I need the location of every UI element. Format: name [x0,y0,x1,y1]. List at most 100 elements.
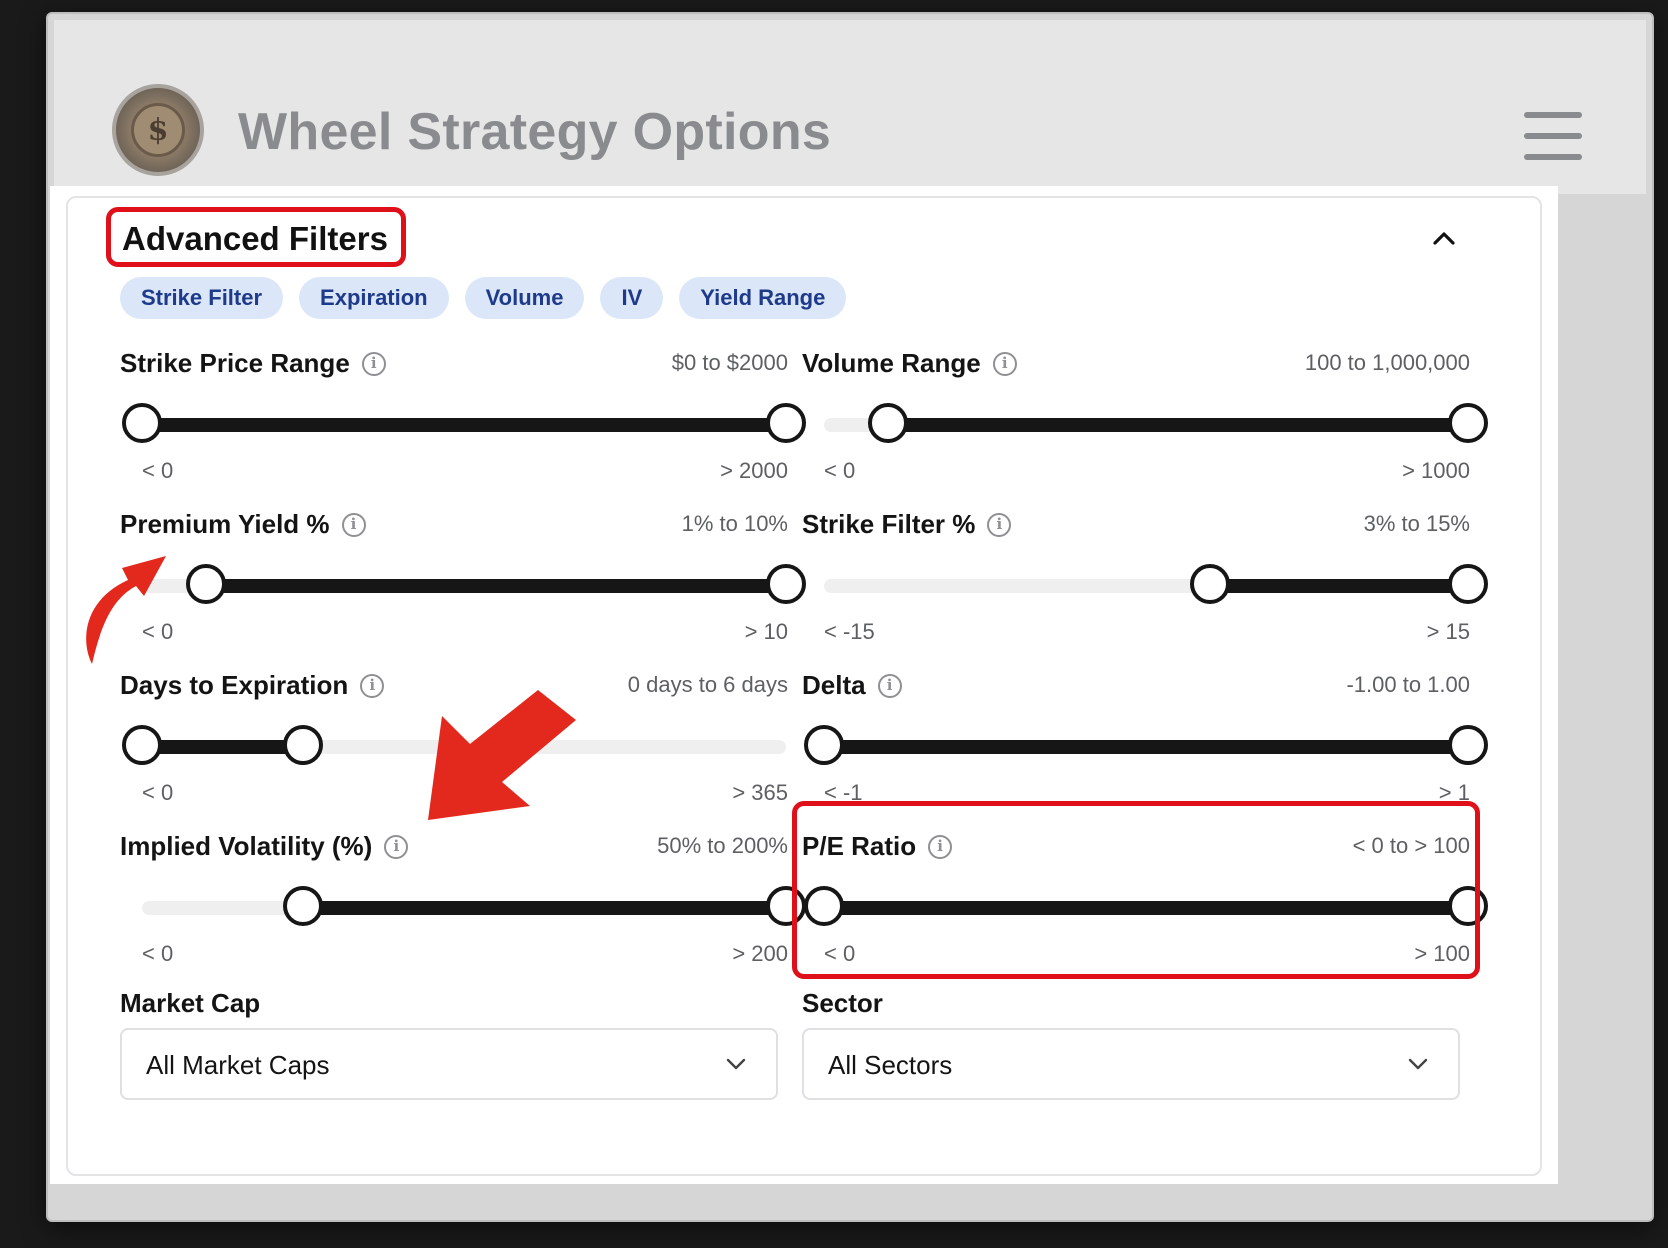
slider-min-thumb[interactable] [804,886,844,926]
chevron-up-icon[interactable] [1426,220,1462,256]
chip-iv[interactable]: IV [600,277,664,319]
slider-range [142,418,786,432]
slider-range [824,901,1468,915]
brand-logo[interactable]: $ [112,84,204,176]
slider-track[interactable] [142,886,806,926]
filter-label: P/E Ratio [802,831,917,861]
logo-symbol: $ [131,103,185,157]
filter-implied-volatility: Implied Volatility (%) i 50% to 200% < 0 … [120,823,806,973]
info-icon[interactable]: i [928,834,953,859]
slider-min-label: < -15 [824,619,875,644]
slider-max-label: > 1000 [1402,458,1470,483]
slider-max-label: > 1 [1438,780,1470,805]
filter-range-value: 0 days to 6 days [627,672,788,697]
slider-min-thumb[interactable] [868,403,909,443]
chip-strike-filter[interactable]: Strike Filter [120,277,284,319]
slider-min-thumb[interactable] [122,725,162,765]
slider-max-thumb[interactable] [1448,564,1488,604]
filter-label: Volume Range [802,348,981,378]
filter-range-value: 50% to 200% [657,833,788,858]
slider-range [888,418,1468,432]
filter-volume: Volume Range i 100 to 1,000,000 < 0 > 100… [802,340,1488,490]
slider-track[interactable] [804,886,1488,926]
slider-max-thumb[interactable] [766,564,806,604]
slider-track[interactable] [824,564,1488,604]
slider-track[interactable] [122,725,786,765]
chevron-down-icon [726,1058,746,1070]
slider-max-thumb[interactable] [283,725,323,765]
filter-premium-yield: Premium Yield % i 1% to 10% < 0 > 10 [120,501,806,651]
slider-range [303,901,786,915]
slider-min-label: < 0 [142,780,174,805]
filter-range-value: 3% to 15% [1363,511,1470,536]
info-icon[interactable]: i [341,512,366,537]
slider-range [1210,579,1468,593]
hamburger-menu-icon[interactable] [1524,112,1582,160]
sector-value: All Sectors [828,1050,953,1080]
filter-days-to-expiration: Days to Expiration i 0 days to 6 days < 0… [120,662,800,812]
filter-label: Implied Volatility (%) [120,831,373,861]
slider-min-label: < 0 [142,941,174,966]
slider-range [206,579,786,593]
slider-min-thumb[interactable] [1190,564,1231,604]
quick-filter-chips: Strike Filter Expiration Volume IV Yield… [120,277,847,319]
market-cap-label: Market Cap [120,988,261,1018]
app-title: Wheel Strategy Options [238,103,832,161]
slider-track[interactable] [804,725,1488,765]
slider-max-thumb[interactable] [766,403,806,443]
filter-range-value: -1.00 to 1.00 [1346,672,1470,697]
filter-label: Strike Price Range [120,348,350,378]
slider-min-thumb[interactable] [186,564,227,604]
sector-select[interactable]: All Sectors [802,1028,1460,1100]
slider-max-thumb[interactable] [1448,886,1488,926]
filter-label: Delta [802,670,866,700]
filter-range-value: 100 to 1,000,000 [1304,350,1470,375]
slider-min-thumb[interactable] [283,886,323,926]
info-icon[interactable]: i [360,673,385,698]
slider-min-thumb[interactable] [804,725,844,765]
slider-max-label: > 200 [732,941,788,966]
filter-range-value: $0 to $2000 [671,350,788,375]
slider-max-label: > 15 [1426,619,1470,644]
slider-max-label: > 10 [744,619,788,644]
slider-min-label: < 0 [142,458,174,483]
sector-label: Sector [802,988,883,1018]
slider-min-label: < 0 [824,458,856,483]
slider-max-thumb[interactable] [1448,403,1488,443]
slider-track[interactable] [122,403,806,443]
slider-max-thumb[interactable] [766,886,806,926]
filter-label: Premium Yield % [120,509,330,539]
slider-range [824,740,1468,754]
info-icon[interactable]: i [877,673,902,698]
slider-max-label: > 2000 [720,458,788,483]
filter-delta: Delta i -1.00 to 1.00 < -1 > 1 [802,662,1488,812]
info-icon[interactable]: i [384,834,409,859]
slider-min-thumb[interactable] [122,403,162,443]
slider-track[interactable] [142,564,806,604]
slider-max-thumb[interactable] [1448,725,1488,765]
filter-label: Strike Filter % [802,509,976,539]
info-icon[interactable]: i [992,351,1017,376]
slider-min-label: < -1 [824,780,863,805]
slider-max-label: > 365 [732,780,788,805]
market-cap-select[interactable]: All Market Caps [120,1028,778,1100]
chip-volume[interactable]: Volume [464,277,585,319]
app-header: $ Wheel Strategy Options [54,20,1646,194]
filter-range-value: 1% to 10% [681,511,788,536]
chip-yield-range[interactable]: Yield Range [679,277,847,319]
slider-range [142,740,303,754]
filter-strike-price: Strike Price Range i $0 to $2000 < 0 > 20… [120,340,806,490]
market-cap-value: All Market Caps [146,1050,330,1080]
filter-label: Days to Expiration [120,670,349,700]
filter-pe-ratio: P/E Ratio i < 0 to > 100 < 0 > 100 [802,823,1488,973]
chevron-down-icon [1408,1058,1428,1070]
slider-min-label: < 0 [824,941,856,966]
slider-min-label: < 0 [142,619,174,644]
info-icon[interactable]: i [361,351,386,376]
filter-strike-filter: Strike Filter % i 3% to 15% < -15 > 15 [802,501,1488,651]
slider-max-label: > 100 [1414,941,1470,966]
info-icon[interactable]: i [987,512,1012,537]
chip-expiration[interactable]: Expiration [299,277,449,319]
slider-track[interactable] [824,403,1488,443]
filter-range-value: < 0 to > 100 [1352,833,1470,858]
